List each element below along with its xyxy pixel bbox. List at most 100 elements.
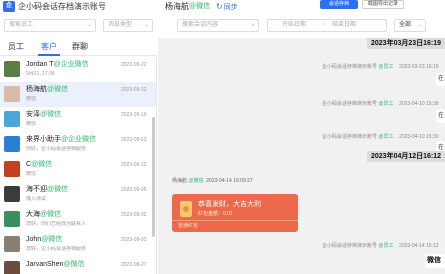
message-type-select[interactable]: 消息类型 ⌄	[103, 19, 153, 32]
contact-tag: @微信	[41, 236, 63, 243]
current-contact-name: 杨海航	[165, 2, 189, 11]
avatar	[4, 236, 20, 252]
contact-tag: @微信	[31, 161, 53, 168]
list-item[interactable]: John@微信您好，企小码会话存档服务 2023-09-02	[0, 232, 156, 257]
incoming-sender-tag: @微信	[188, 178, 204, 184]
contact-tag: @微信	[40, 211, 62, 218]
contact-date: 2023-09-22	[121, 87, 147, 93]
start-date-placeholder: 开始日期	[282, 22, 307, 28]
avatar	[4, 61, 20, 77]
contact-tabs: 员工 客户 群聊	[0, 38, 157, 56]
tab-groups[interactable]: 群聊	[72, 42, 88, 52]
contact-date: 2023-09-13	[121, 137, 147, 143]
tab-employees[interactable]: 员工	[8, 42, 24, 52]
chat-area[interactable]: 2023年03月23日16:19 企小码会话存档演示账号 @员工 2023-03…	[158, 38, 445, 274]
contact-name: 安泽@微信	[26, 111, 61, 119]
message-bubble: 在	[436, 110, 445, 123]
tab-customers[interactable]: 客户	[41, 42, 57, 52]
date-divider: 2023年04月12日16:12	[367, 151, 445, 162]
message-sender-tag: @员工	[378, 64, 394, 70]
contact-name: 杨海航@微信	[26, 86, 68, 94]
archive-button[interactable]: 会话存档	[320, 0, 358, 9]
contact-last-message: 您好，企小码会话存档服务	[26, 246, 87, 252]
contact-name: 大海@微信	[26, 211, 61, 219]
incoming-time: 2023-04-14 16:09:27	[206, 178, 253, 184]
scope-select[interactable]: 全部 ⌄	[394, 19, 426, 32]
message-meta: 企小码会话存档演示账号 @员工 2023-04-10 15:39	[322, 101, 439, 107]
message-sender-tag: @员工	[378, 243, 394, 249]
contact-name-text: John	[26, 236, 42, 243]
current-contact-tag: @微信	[189, 3, 211, 10]
contact-date: 2023-08-27	[121, 262, 147, 268]
contact-date: 2023-09-05	[121, 187, 147, 193]
red-packet-icon	[180, 201, 192, 217]
list-item[interactable]: 海不迎@微信 接入测试 2023-09-05	[0, 182, 156, 207]
message-type-placeholder: 消息类型	[108, 22, 133, 28]
contact-last-message: 微信	[26, 171, 37, 177]
top-bar: 企 企小码会话存档演示账号 杨海航 @微信 ↻同步 会话存档 截图导出记录	[0, 0, 445, 14]
message-time: 2023-03-23 16:19	[399, 64, 439, 70]
contact-last-message: 9月21, 17:36	[26, 71, 55, 77]
avatar	[4, 261, 20, 274]
employee-select[interactable]: 搜索员工 ⌄	[4, 19, 96, 32]
avatar	[4, 186, 20, 202]
contact-date: 2023-09-02	[121, 212, 147, 218]
red-packet-card[interactable]: 恭喜发财，大吉大利 红包金额：0.01 普通红包	[172, 194, 298, 232]
list-item[interactable]: 杨海航@微信 微信 2023-09-22	[0, 82, 156, 107]
list-item[interactable]: 安泽@微信 微信 2023-09-19	[0, 107, 156, 132]
contact-date: 2023-09-19	[121, 112, 147, 118]
contact-tag: @微信	[47, 186, 69, 193]
contact-list[interactable]: Jordan T@企业微信 9月21, 17:36 2023-09-22 杨海航@微信…	[0, 57, 157, 274]
search-icon: ⌕	[251, 22, 255, 29]
date-range-separator: ~	[322, 22, 326, 28]
contact-date: 2023-09-12	[121, 162, 147, 168]
list-item[interactable]: JarvanShen@微信 2023-08-27	[0, 257, 156, 274]
red-packet-title: 恭喜发财，大吉大利	[198, 201, 261, 208]
message-sender: 企小码会话存档演示账号	[322, 243, 378, 249]
account-title: 企小码会话存档演示账号	[18, 2, 106, 11]
avatar	[4, 211, 20, 227]
contact-last-message: 你好，企小码会话存档服务	[26, 146, 87, 152]
message-meta: 企小码会话存档演示账号 @员工 2023-03-23 16:19	[322, 64, 439, 70]
chevron-down-icon: ⌄	[416, 22, 422, 28]
search-placeholder: 搜索会话内容	[182, 22, 219, 28]
contact-name: 海不迎@微信	[26, 186, 68, 194]
avatar	[4, 86, 20, 102]
list-item[interactable]: Jordan T@企业微信 9月21, 17:36 2023-09-22	[0, 57, 156, 82]
incoming-message-meta: 杨海航 @微信 2023-04-14 16:09:27	[172, 178, 253, 184]
message-sender: 企小码会话存档演示账号	[322, 101, 378, 107]
incoming-sender: 杨海航	[172, 178, 188, 184]
list-item[interactable]: C@微信 微信 2023-09-12	[0, 157, 156, 182]
export-records-button[interactable]: 截图导出记录	[362, 0, 404, 9]
contact-name: John@微信	[26, 236, 62, 244]
search-input[interactable]: 搜索会话内容 ⌕	[177, 19, 259, 32]
date-range-picker[interactable]: 开始日期 ~ 结束日期	[267, 19, 387, 32]
contact-name: Jordan T@企业微信	[26, 61, 89, 69]
sync-label: 同步	[223, 4, 238, 11]
message-sender-tag: @员工	[378, 101, 394, 107]
list-item[interactable]: 来界小助手@企业微信 你好，企小码会话存档服务 2023-09-13	[0, 132, 156, 157]
message-sender-tag: @员工	[378, 134, 394, 140]
employee-select-placeholder: 搜索员工	[9, 22, 34, 28]
app-logo: 企	[3, 1, 15, 12]
red-packet-amount: 红包金额：0.01	[198, 211, 233, 217]
app-window: 企 企小码会话存档演示账号 杨海航 @微信 ↻同步 会话存档 截图导出记录 搜索…	[0, 0, 445, 274]
contact-name-text: JarvanShen	[26, 261, 64, 268]
chevron-down-icon: ⌄	[86, 22, 92, 28]
sync-button[interactable]: ↻同步	[216, 1, 238, 13]
end-date-placeholder: 结束日期	[332, 22, 357, 28]
active-tab-indicator	[38, 54, 60, 56]
date-divider: 2023年03月23日16:19	[367, 38, 445, 49]
message-time: 2023-04-10 15:30	[399, 134, 439, 140]
message-time: 2023-04-10 15:39	[399, 101, 439, 107]
scrollbar[interactable]	[152, 117, 155, 237]
contact-tag: @微信	[47, 86, 69, 93]
refresh-icon: ↻	[216, 2, 223, 11]
message-meta: 企小码会话存档演示账号 @员工 2023-04-10 15:30	[322, 134, 439, 140]
contact-last-message: 接入测试	[26, 196, 47, 202]
chevron-down-icon: ⌄	[143, 22, 149, 28]
contact-date: 2023-09-02	[121, 237, 147, 243]
contact-name-text: 来界小助手	[26, 136, 61, 143]
list-item[interactable]: 大海@微信 您好，你们已经成为联系人 2023-09-02	[0, 207, 156, 232]
avatar	[4, 136, 20, 152]
